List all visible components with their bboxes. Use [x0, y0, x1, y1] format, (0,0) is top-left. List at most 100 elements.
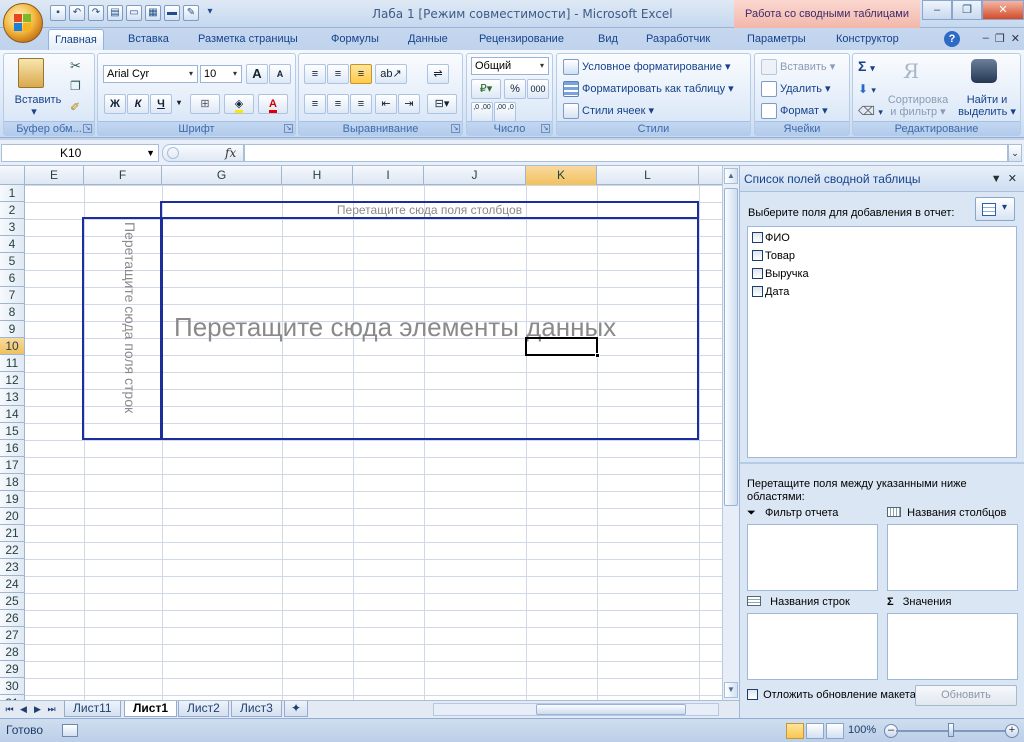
- row-header[interactable]: 24: [0, 576, 25, 593]
- row-header[interactable]: 6: [0, 270, 25, 287]
- paste-special-icon[interactable]: ▦: [145, 5, 161, 21]
- tab-data[interactable]: Данные: [402, 29, 454, 50]
- percent-button[interactable]: %: [504, 79, 526, 99]
- align-right-icon[interactable]: ≡: [350, 94, 372, 114]
- tab-developer[interactable]: Разработчик: [640, 29, 716, 50]
- save-icon[interactable]: ▪: [50, 5, 66, 21]
- page-layout-view-icon[interactable]: [806, 723, 824, 739]
- field-checkbox[interactable]: [752, 268, 763, 279]
- italic-button[interactable]: К: [127, 94, 149, 114]
- column-header[interactable]: E: [25, 166, 84, 185]
- column-header[interactable]: L: [597, 166, 699, 185]
- first-sheet-icon[interactable]: ⏮: [4, 703, 15, 715]
- tab-design[interactable]: Конструктор: [830, 29, 905, 50]
- grow-font-button[interactable]: A: [246, 64, 268, 84]
- tab-insert[interactable]: Вставка: [122, 29, 175, 50]
- font-launcher-icon[interactable]: ↘: [284, 124, 293, 133]
- vertical-scroll-thumb[interactable]: [724, 188, 738, 506]
- prev-sheet-icon[interactable]: ◀: [18, 703, 29, 715]
- worksheet[interactable]: E F G H I J K L 1 2 3 4 5 6 7 8 9 10 11 12 13 14 15 16 1…: [0, 166, 722, 700]
- font-name-select[interactable]: Arial Cyr ▾: [103, 65, 198, 83]
- row-header[interactable]: 11: [0, 355, 25, 372]
- currency-format-icon[interactable]: ₽▾: [471, 79, 501, 99]
- row-header[interactable]: 28: [0, 644, 25, 661]
- tab-page-layout[interactable]: Разметка страницы: [192, 29, 304, 50]
- pane-splitter[interactable]: [740, 462, 1024, 464]
- zoom-in-icon[interactable]: +: [1005, 724, 1019, 738]
- row-header[interactable]: 16: [0, 440, 25, 457]
- row-header[interactable]: 19: [0, 491, 25, 508]
- paste-dropdown-icon[interactable]: ▾: [24, 106, 44, 118]
- copy-icon[interactable]: ❐: [70, 79, 81, 93]
- wrap-text-icon[interactable]: ⇌: [427, 64, 449, 84]
- number-launcher-icon[interactable]: ↘: [541, 124, 550, 133]
- cut-icon[interactable]: ✂: [70, 58, 81, 74]
- column-header-selected[interactable]: K: [526, 166, 597, 185]
- tab-review[interactable]: Рецензирование: [473, 29, 570, 50]
- align-center-icon[interactable]: ≡: [327, 94, 349, 114]
- defer-update-checkbox[interactable]: [747, 689, 758, 700]
- fill-color-button[interactable]: ◈: [224, 94, 254, 114]
- values-drop-area[interactable]: [887, 613, 1018, 680]
- normal-view-icon[interactable]: [786, 723, 804, 739]
- row-header[interactable]: 14: [0, 406, 25, 423]
- minimize-icon[interactable]: –: [922, 0, 952, 20]
- fill-handle[interactable]: [595, 353, 600, 358]
- filter-drop-area[interactable]: [747, 524, 878, 591]
- borders-button[interactable]: ⊞: [190, 94, 220, 114]
- find-select-button[interactable]: Найти и выделить ▾: [957, 94, 1017, 118]
- row-header[interactable]: 25: [0, 593, 25, 610]
- column-header[interactable]: J: [424, 166, 526, 185]
- last-sheet-icon[interactable]: ⏭: [46, 703, 57, 715]
- font-color-button[interactable]: A: [258, 94, 288, 114]
- row-header-selected[interactable]: 10: [0, 338, 25, 355]
- print-preview-icon[interactable]: ▤: [107, 5, 123, 21]
- field-revenue[interactable]: Выручка: [752, 268, 809, 280]
- zoom-slider-knob[interactable]: [948, 723, 954, 737]
- defer-update-option[interactable]: Отложить обновление макета: [747, 689, 916, 701]
- restore-workbook-icon[interactable]: ❐: [995, 32, 1005, 45]
- undo-icon[interactable]: ↶: [69, 5, 85, 21]
- office-button[interactable]: [3, 3, 43, 43]
- orientation-icon[interactable]: ab↗: [375, 64, 407, 84]
- row-header[interactable]: 1: [0, 185, 25, 202]
- cell-styles-button[interactable]: Стили ячеек ▾: [563, 103, 654, 119]
- formula-input[interactable]: [244, 144, 1008, 162]
- row-header[interactable]: 29: [0, 661, 25, 678]
- underline-dropdown-icon[interactable]: ▾: [173, 94, 185, 114]
- macro-record-icon[interactable]: [62, 724, 78, 737]
- fill-button[interactable]: ⬇ ▾: [858, 82, 876, 96]
- align-bottom-icon[interactable]: ≡: [350, 64, 372, 84]
- close-icon[interactable]: ✕: [982, 0, 1024, 20]
- autosum-button[interactable]: Σ ▾: [858, 58, 875, 74]
- row-header[interactable]: 26: [0, 610, 25, 627]
- zoom-level[interactable]: 100%: [848, 724, 876, 736]
- row-header[interactable]: 2: [0, 202, 25, 219]
- expand-formula-bar-icon[interactable]: ⌄: [1008, 144, 1022, 162]
- sheet-tab[interactable]: Лист3: [231, 701, 282, 717]
- format-as-table-button[interactable]: Форматировать как таблицу ▾: [563, 81, 734, 97]
- alignment-launcher-icon[interactable]: ↘: [451, 124, 460, 133]
- column-header[interactable]: G: [162, 166, 282, 185]
- next-sheet-icon[interactable]: ▶: [32, 703, 43, 715]
- help-icon[interactable]: ?: [944, 31, 960, 47]
- redo-icon[interactable]: ↷: [88, 5, 104, 21]
- field-checkbox[interactable]: [752, 232, 763, 243]
- align-middle-icon[interactable]: ≡: [327, 64, 349, 84]
- shrink-font-button[interactable]: A: [269, 64, 291, 84]
- row-header[interactable]: 3: [0, 219, 25, 236]
- row-header[interactable]: 27: [0, 627, 25, 644]
- edit-icon[interactable]: ✎: [183, 5, 199, 21]
- vertical-scrollbar[interactable]: ▲ ▼: [722, 166, 739, 700]
- name-box[interactable]: K10 ▼: [1, 144, 159, 162]
- insert-sheet-icon[interactable]: ✦: [284, 701, 309, 717]
- field-checkbox[interactable]: [752, 286, 763, 297]
- row-header[interactable]: 12: [0, 372, 25, 389]
- row-header[interactable]: 15: [0, 423, 25, 440]
- row-header[interactable]: 23: [0, 559, 25, 576]
- customize-qat-icon[interactable]: ▾: [202, 5, 218, 21]
- insert-function-button[interactable]: fx: [225, 146, 236, 160]
- scroll-up-icon[interactable]: ▲: [724, 168, 738, 184]
- page-break-view-icon[interactable]: [826, 723, 844, 739]
- row-header[interactable]: 9: [0, 321, 25, 338]
